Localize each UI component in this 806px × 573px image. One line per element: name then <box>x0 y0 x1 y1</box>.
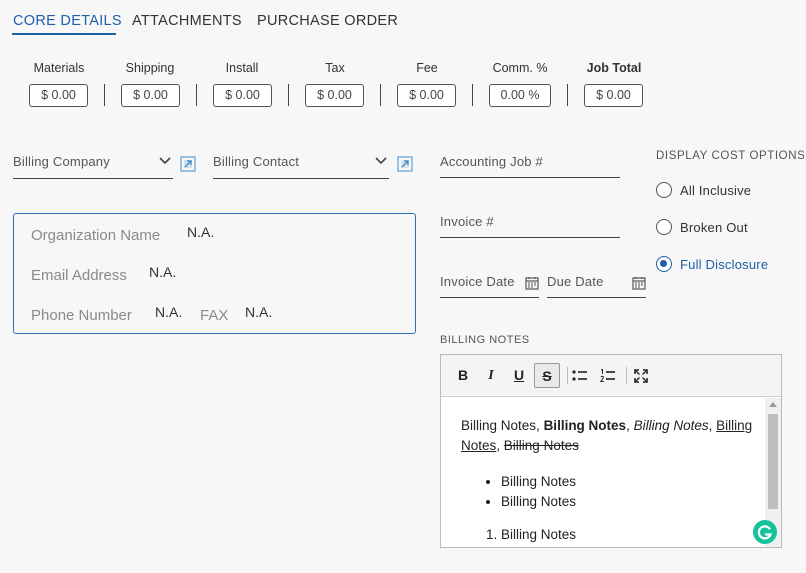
billing-notes-title: BILLING NOTES <box>440 334 530 346</box>
list-item: Billing Notes <box>501 492 576 512</box>
fullscreen-icon <box>634 369 648 383</box>
billing-contact-label: Billing Contact <box>213 154 300 169</box>
divider <box>196 84 197 106</box>
strikethrough-text: Billing Notes <box>503 438 579 453</box>
grammarly-g-icon <box>757 525 773 540</box>
organization-name-label: Organization Name <box>31 227 161 244</box>
bulleted-list: Billing Notes Billing Notes <box>461 472 576 512</box>
commission-label: Comm. % <box>492 61 548 75</box>
bold-text: Billing Notes <box>543 418 627 433</box>
chevron-down-icon <box>159 157 171 165</box>
billing-company-label: Billing Company <box>13 154 110 169</box>
tax-label: Tax <box>325 61 345 75</box>
calendar-icon[interactable] <box>525 276 539 290</box>
install-label: Install <box>225 61 259 75</box>
grammarly-icon[interactable] <box>753 520 777 544</box>
separator: , <box>626 418 634 433</box>
numbered-list-icon <box>599 368 615 382</box>
open-link-icon[interactable] <box>180 156 196 172</box>
divider <box>472 84 473 106</box>
fax-label: FAX <box>200 307 229 324</box>
divider <box>288 84 289 106</box>
invoice-number-label: Invoice # <box>440 214 494 229</box>
organization-name-value: N.A. <box>187 224 215 240</box>
bulleted-list-icon <box>572 370 587 381</box>
strikethrough-button[interactable]: S <box>534 363 560 388</box>
due-date-field[interactable]: Due Date <box>547 274 646 298</box>
fax-value: N.A. <box>245 304 273 320</box>
email-address-value: N.A. <box>149 264 177 280</box>
fee-input[interactable]: $ 0.00 <box>397 84 456 107</box>
divider <box>104 84 105 106</box>
materials-input[interactable]: $ 0.00 <box>29 84 88 107</box>
invoice-date-field[interactable]: Invoice Date <box>440 274 539 298</box>
calendar-icon[interactable] <box>632 276 646 290</box>
tab-attachments[interactable]: ATTACHMENTS <box>132 13 242 29</box>
chevron-down-icon <box>375 157 387 165</box>
install-input[interactable]: $ 0.00 <box>213 84 272 107</box>
numbered-list-button[interactable] <box>595 363 621 388</box>
billing-notes-editor[interactable]: B I U S Billing Notes, Billing Notes, Bi… <box>440 354 782 548</box>
invoice-date-label: Invoice Date <box>440 274 515 289</box>
underline-button[interactable]: U <box>506 363 532 388</box>
scroll-thumb[interactable] <box>768 414 778 509</box>
list-item: Billing Notes <box>501 525 576 545</box>
accounting-job-label: Accounting Job # <box>440 154 543 169</box>
divider <box>380 84 381 106</box>
bulleted-list-button[interactable] <box>567 363 593 388</box>
tax-input[interactable]: $ 0.00 <box>305 84 364 107</box>
tab-core-details[interactable]: CORE DETAILS <box>13 13 122 29</box>
phone-number-label: Phone Number <box>31 307 132 324</box>
job-total-value: $ 0.00 <box>584 84 643 107</box>
all-inclusive-label[interactable]: All Inclusive <box>680 183 751 198</box>
materials-label: Materials <box>33 61 85 75</box>
separator: , <box>496 438 504 453</box>
email-address-label: Email Address <box>31 267 127 284</box>
active-tab-indicator <box>12 33 116 35</box>
broken-out-label[interactable]: Broken Out <box>680 220 748 235</box>
due-date-label: Due Date <box>547 274 604 289</box>
numbered-list: Billing Notes <box>461 525 576 545</box>
invoice-number-field[interactable]: Invoice # <box>440 214 620 238</box>
accounting-job-field[interactable]: Accounting Job # <box>440 154 620 178</box>
italic-text: Billing Notes <box>633 418 709 433</box>
phone-number-value: N.A. <box>155 304 183 320</box>
toolbar-divider <box>626 367 627 384</box>
list-item: Billing Notes <box>501 472 576 492</box>
full-disclosure-label[interactable]: Full Disclosure <box>680 257 768 272</box>
plain-text: Billing Notes <box>461 418 537 433</box>
display-cost-options-title: DISPLAY COST OPTIONS <box>656 150 806 162</box>
divider <box>567 84 568 106</box>
billing-notes-content[interactable]: Billing Notes, Billing Notes, Billing No… <box>441 398 765 547</box>
shipping-label: Shipping <box>125 61 175 75</box>
bold-button[interactable]: B <box>450 363 476 388</box>
scroll-up-arrow[interactable] <box>769 402 777 407</box>
italic-button[interactable]: I <box>478 363 504 388</box>
separator: , <box>536 418 544 433</box>
organization-info-card: Organization Name N.A. Email Address N.A… <box>13 213 416 334</box>
tab-purchase-order[interactable]: PURCHASE ORDER <box>257 13 398 29</box>
open-link-icon[interactable] <box>397 156 413 172</box>
radio-broken-out[interactable] <box>656 219 672 235</box>
fullscreen-button[interactable] <box>628 363 654 388</box>
shipping-input[interactable]: $ 0.00 <box>121 84 180 107</box>
radio-all-inclusive[interactable] <box>656 182 672 198</box>
billing-company-select[interactable]: Billing Company <box>13 154 173 179</box>
job-total-label: Job Total <box>586 61 642 75</box>
billing-contact-select[interactable]: Billing Contact <box>213 154 389 179</box>
radio-full-disclosure[interactable] <box>656 256 672 272</box>
editor-toolbar: B I U S <box>441 355 781 397</box>
notes-paragraph: Billing Notes, Billing Notes, Billing No… <box>461 416 761 456</box>
commission-input[interactable]: 0.00 % <box>489 84 551 107</box>
fee-label: Fee <box>416 61 438 75</box>
